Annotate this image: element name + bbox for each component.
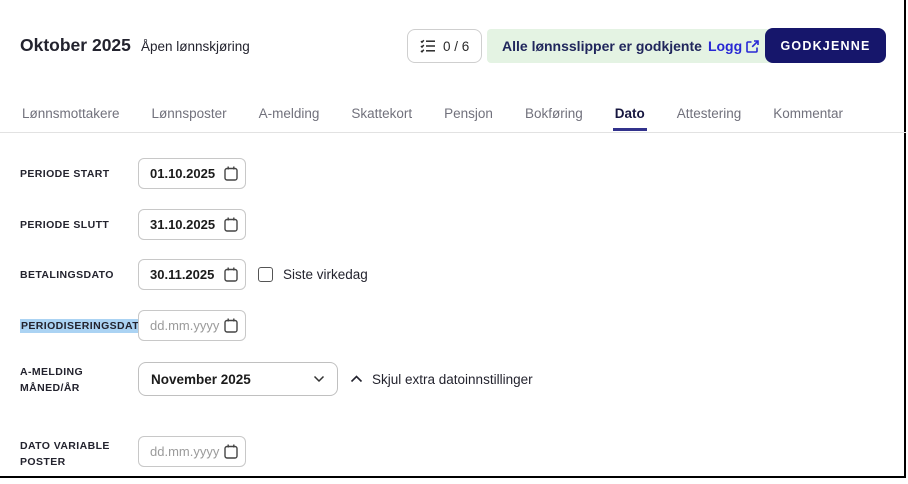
selected-month: November 2025 <box>151 372 251 387</box>
calendar-icon[interactable] <box>224 444 238 459</box>
siste-virkedag-label: Siste virkedag <box>283 267 368 282</box>
tab-skattekort[interactable]: Skattekort <box>349 104 414 131</box>
dato-variable-poster-label: DATO VARIABLE POSTER <box>20 438 138 470</box>
tab-lonnsmottakere[interactable]: Lønnsmottakere <box>20 104 122 131</box>
approval-text: Alle lønnsslipper er godkjente <box>502 38 702 54</box>
tab-attestering[interactable]: Attestering <box>675 104 744 131</box>
approve-button[interactable]: GODKJENNE <box>765 28 886 63</box>
tab-kommentar[interactable]: Kommentar <box>771 104 845 131</box>
periode-start-input[interactable] <box>150 166 224 181</box>
external-link-icon <box>746 40 759 53</box>
periode-start-field[interactable] <box>138 158 246 189</box>
periodiseringsdato-input[interactable] <box>150 318 224 333</box>
tab-divider <box>0 132 906 133</box>
tab-dato[interactable]: Dato <box>613 104 647 131</box>
task-progress-button[interactable]: 0 / 6 <box>407 29 482 63</box>
progress-counter: 0 / 6 <box>443 39 469 54</box>
siste-virkedag-option: Siste virkedag <box>258 259 368 290</box>
amelding-maaned-select[interactable]: November 2025 <box>138 362 338 396</box>
periodiseringsdato-label: PERIODISERINGSDAT. <box>20 318 138 334</box>
siste-virkedag-checkbox[interactable] <box>258 267 273 282</box>
tab-bokforing[interactable]: Bokføring <box>523 104 585 131</box>
hide-extra-date-settings-toggle[interactable]: Skjul extra datoinnstillinger <box>350 362 533 396</box>
calendar-icon[interactable] <box>224 166 238 181</box>
betalingsdato-field[interactable] <box>138 259 246 290</box>
periode-slutt-label: PERIODE SLUTT <box>20 217 138 233</box>
tab-pensjon[interactable]: Pensjon <box>442 104 495 131</box>
chevron-down-icon <box>313 375 325 383</box>
tab-lonnsposter[interactable]: Lønnsposter <box>150 104 229 131</box>
betalingsdato-input[interactable] <box>150 267 224 282</box>
payroll-status-text: Åpen lønnskjøring <box>141 39 250 54</box>
betalingsdato-label: BETALINGSDATO <box>20 267 138 283</box>
periode-slutt-input[interactable] <box>150 217 224 232</box>
page-title: Oktober 2025 <box>20 35 131 56</box>
periode-slutt-field[interactable] <box>138 209 246 240</box>
dato-variable-poster-input[interactable] <box>150 444 224 459</box>
periode-start-label: PERIODE START <box>20 166 138 182</box>
app-window: Oktober 2025 Åpen lønnskjøring 0 / 6 All… <box>0 0 906 478</box>
tab-a-melding[interactable]: A-melding <box>257 104 322 131</box>
calendar-icon[interactable] <box>224 217 238 232</box>
approval-status-banner: Alle lønnsslipper er godkjente Logg <box>487 29 774 63</box>
calendar-icon[interactable] <box>224 267 238 282</box>
calendar-icon[interactable] <box>224 318 238 333</box>
tab-bar: Lønnsmottakere Lønnsposter A-melding Ska… <box>20 104 845 131</box>
checklist-icon <box>420 39 436 53</box>
periodiseringsdato-field[interactable] <box>138 310 246 341</box>
amelding-maaned-label: A-MELDING MÅNED/ÅR <box>20 364 138 396</box>
chevron-up-icon <box>350 375 363 383</box>
log-link[interactable]: Logg <box>708 38 759 54</box>
dato-variable-poster-field[interactable] <box>138 436 246 467</box>
